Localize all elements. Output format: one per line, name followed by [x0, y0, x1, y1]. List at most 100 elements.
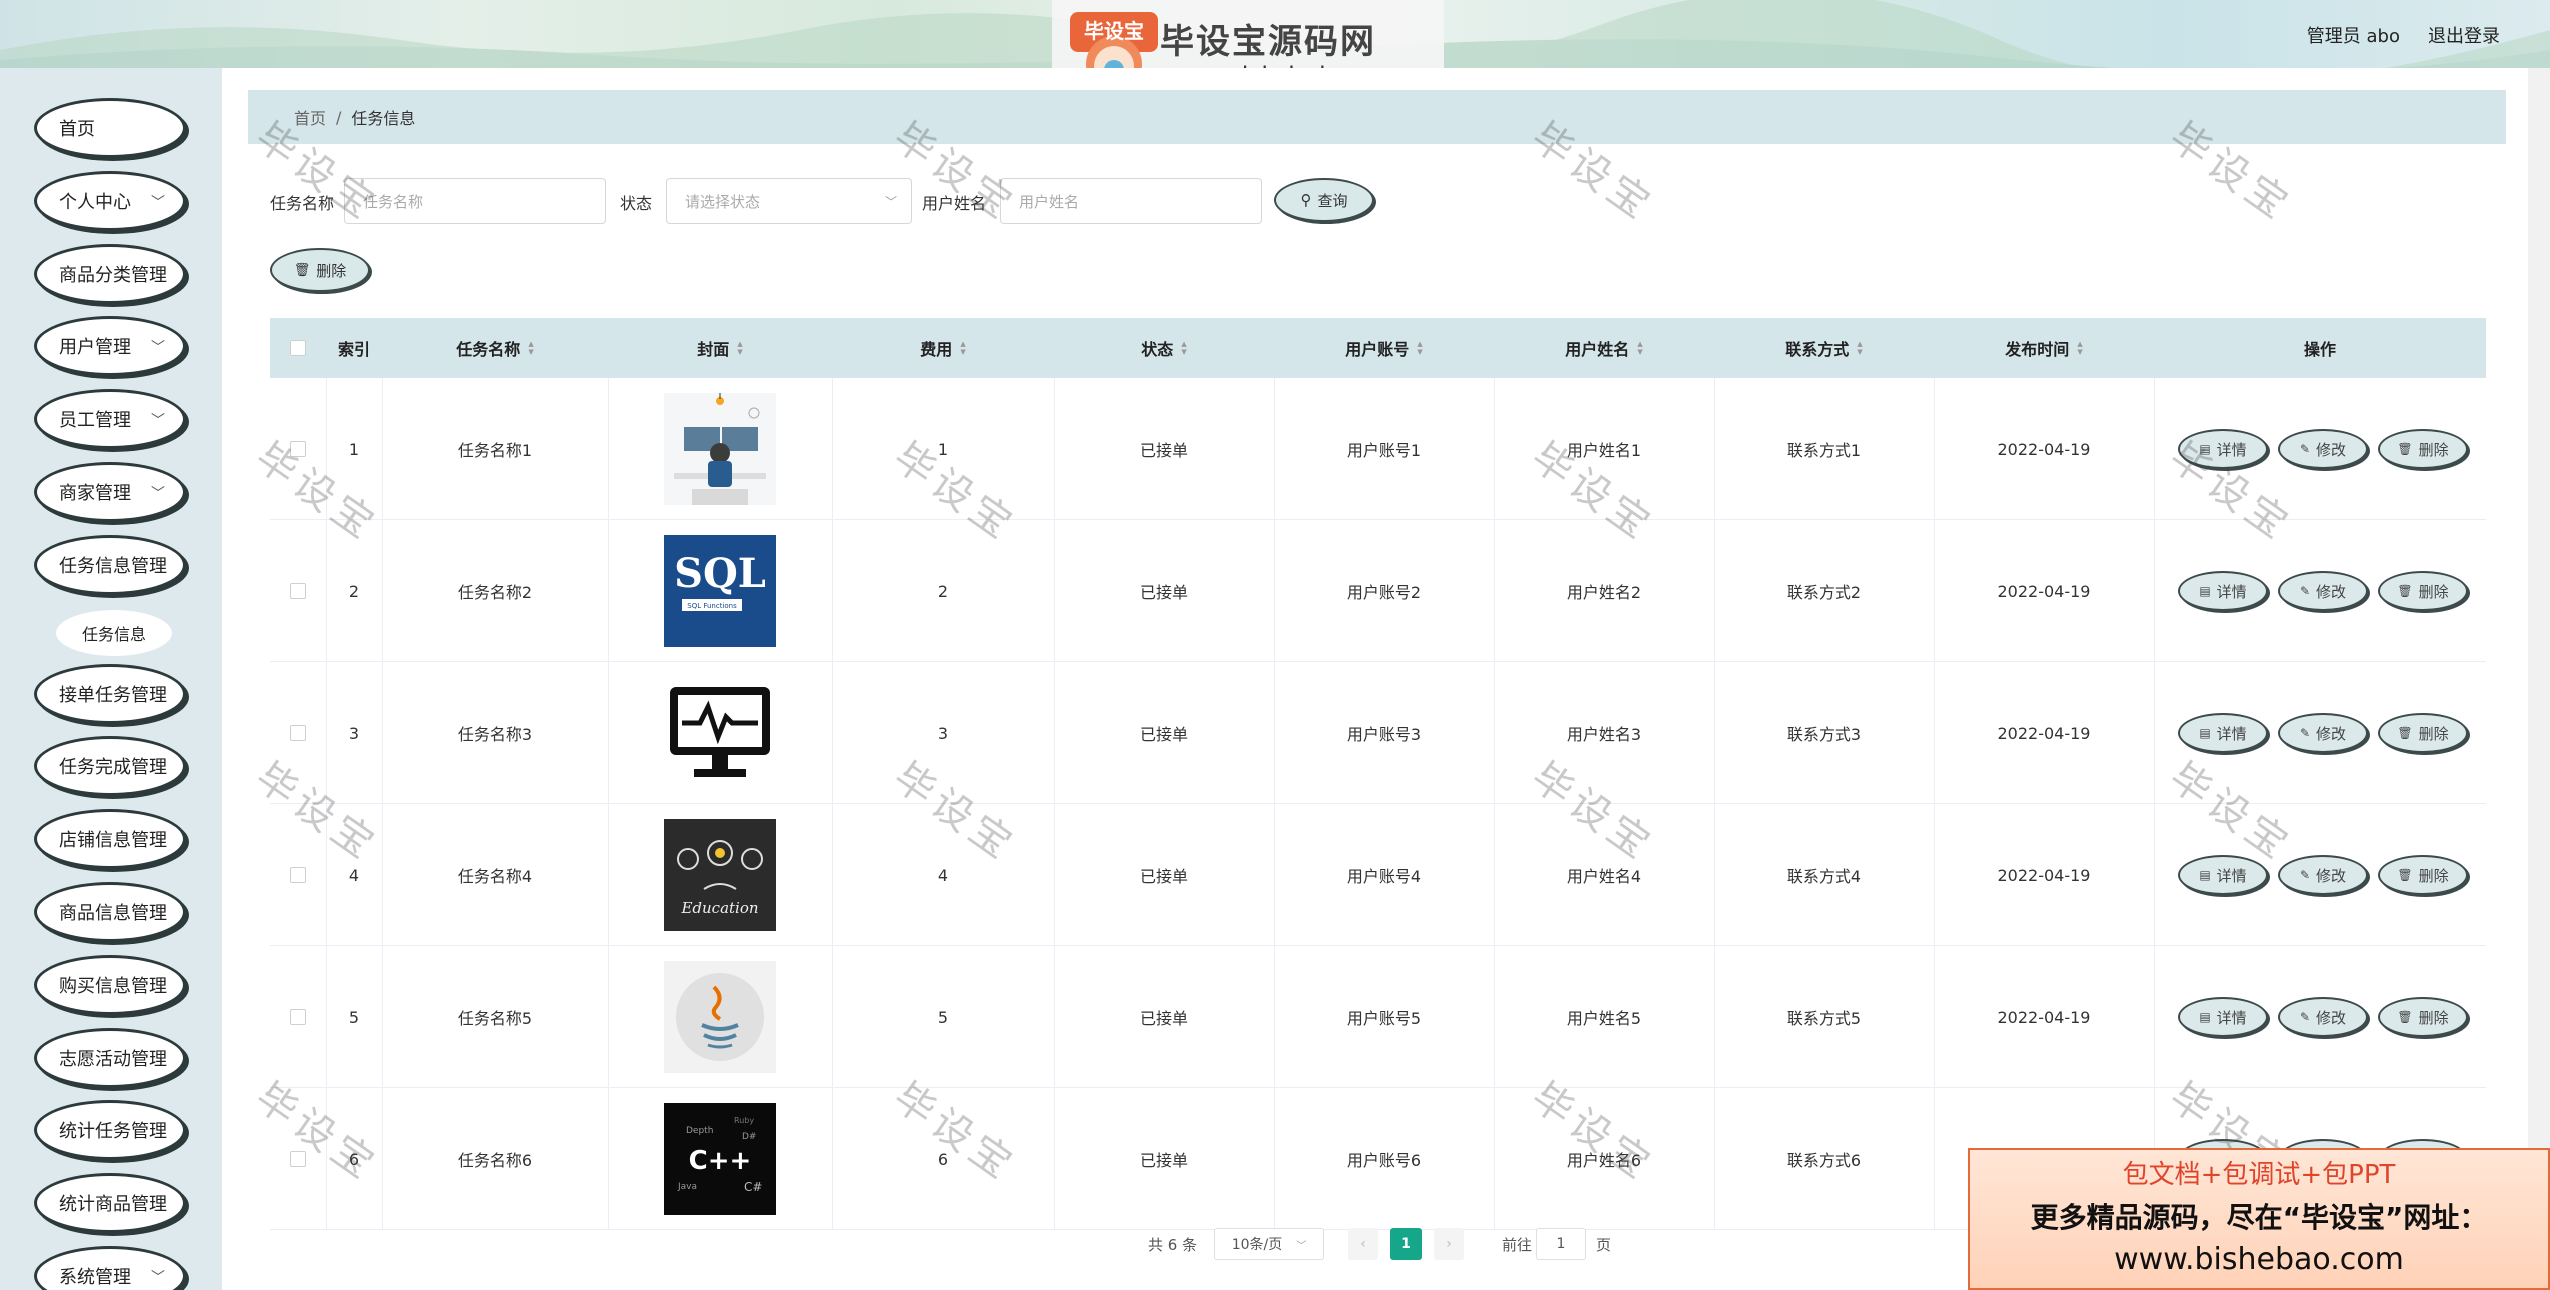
- sidebar-item-0[interactable]: 首页: [34, 98, 186, 158]
- column-header-3[interactable]: 费用 ▲ ▼: [832, 318, 1054, 378]
- sidebar-item-15[interactable]: 统计商品管理: [34, 1173, 186, 1234]
- sidebar-item-13[interactable]: 志愿活动管理: [34, 1027, 186, 1088]
- column-header-4[interactable]: 状态 ▲ ▼: [1054, 318, 1274, 378]
- sort-caret-icon[interactable]: ▲ ▼: [2077, 340, 2082, 356]
- sidebar-item-label: 个人中心: [59, 191, 131, 213]
- delete-button[interactable]: 🗑 删除: [2378, 855, 2468, 895]
- edit-button[interactable]: ✎ 修改: [2278, 997, 2368, 1037]
- cell-index: 4: [348, 865, 360, 885]
- sidebar-item-11[interactable]: 商品信息管理: [34, 882, 186, 942]
- row-checkbox[interactable]: [290, 1009, 306, 1025]
- cell-name: 任务名称6: [457, 1151, 533, 1170]
- detail-button[interactable]: ▤ 详情: [2178, 429, 2268, 469]
- sort-caret-icon[interactable]: ▲ ▼: [1857, 340, 1862, 356]
- column-header-label: 封面: [697, 340, 730, 359]
- delete-button[interactable]: 🗑 删除: [2378, 997, 2468, 1037]
- column-header-label: 操作: [2303, 340, 2336, 359]
- sort-caret-icon[interactable]: ▲ ▼: [960, 340, 965, 356]
- cover-image: SQL SQL Functions: [608, 520, 832, 662]
- sidebar-item-label: 统计任务管理: [59, 1121, 167, 1143]
- sort-caret-icon[interactable]: ▲ ▼: [1417, 340, 1422, 356]
- delete-button[interactable]: 🗑 删除: [2378, 571, 2468, 611]
- row-checkbox[interactable]: [290, 867, 306, 883]
- cell-username: 用户姓名3: [1566, 725, 1642, 744]
- page-size-select[interactable]: 10条/页 ﹀: [1214, 1228, 1324, 1260]
- breadcrumb-home[interactable]: 首页: [294, 105, 326, 129]
- edit-button-label: 修改: [2316, 440, 2347, 459]
- edit-button[interactable]: ✎ 修改: [2278, 855, 2368, 895]
- column-header-2[interactable]: 封面 ▲ ▼: [608, 318, 832, 378]
- row-checkbox[interactable]: [290, 441, 306, 457]
- detail-button[interactable]: ▤ 详情: [2178, 571, 2268, 611]
- user-name-input[interactable]: 用户姓名: [1000, 178, 1262, 224]
- row-checkbox[interactable]: [290, 1151, 306, 1167]
- select-all-checkbox[interactable]: [290, 340, 306, 356]
- column-header-7[interactable]: 联系方式 ▲ ▼: [1714, 318, 1934, 378]
- goto-page-input[interactable]: 1: [1536, 1228, 1586, 1260]
- cell-status: 已接单: [1139, 1009, 1188, 1028]
- cover-programmer-image: [664, 393, 776, 505]
- sort-caret-icon[interactable]: ▲ ▼: [528, 340, 533, 356]
- page-number-current[interactable]: 1: [1390, 1228, 1422, 1260]
- column-header-8[interactable]: 发布时间 ▲ ▼: [1934, 318, 2154, 378]
- batch-delete-button[interactable]: 🗑 删除: [270, 248, 370, 292]
- breadcrumb-separator: /: [336, 107, 342, 127]
- cell-contact: 联系方式5: [1786, 1009, 1862, 1028]
- sidebar-item-2[interactable]: 商品分类管理: [34, 243, 186, 304]
- row-checkbox[interactable]: [290, 583, 306, 599]
- pencil-icon: ✎: [2299, 584, 2311, 598]
- cell-account: 用户账号6: [1346, 1151, 1422, 1170]
- sidebar-item-10[interactable]: 店铺信息管理: [34, 809, 186, 870]
- sidebar-item-16[interactable]: 系统管理 ﹀: [34, 1246, 186, 1290]
- next-page-button[interactable]: ›: [1434, 1228, 1464, 1260]
- sidebar-item-1[interactable]: 个人中心 ﹀: [34, 170, 186, 231]
- sidebar-item-8[interactable]: 接单任务管理: [34, 663, 186, 724]
- cell-name: 任务名称2: [457, 583, 533, 602]
- vertical-scrollbar[interactable]: [2528, 68, 2550, 1290]
- sidebar-item-4[interactable]: 员工管理 ﹀: [34, 389, 186, 450]
- task-name-input[interactable]: 任务名称: [344, 178, 606, 224]
- delete-button[interactable]: 🗑 删除: [2378, 429, 2468, 469]
- cell-name: 任务名称5: [457, 1009, 533, 1028]
- edit-button-label: 修改: [2316, 1008, 2347, 1027]
- detail-button[interactable]: ▤ 详情: [2178, 855, 2268, 895]
- pencil-icon: ✎: [2299, 726, 2311, 740]
- sidebar-item-14[interactable]: 统计任务管理: [34, 1100, 186, 1161]
- sidebar-item-3[interactable]: 用户管理 ﹀: [34, 316, 186, 377]
- chevron-down-icon: ﹀: [151, 413, 165, 430]
- column-header-label: 索引: [337, 340, 370, 359]
- sort-caret-icon[interactable]: ▲ ▼: [737, 340, 742, 356]
- column-header-5[interactable]: 用户账号 ▲ ▼: [1274, 318, 1494, 378]
- search-button[interactable]: ⚲ 查询: [1274, 178, 1374, 222]
- cell-fee: 4: [937, 865, 949, 885]
- detail-button[interactable]: ▤ 详情: [2178, 713, 2268, 753]
- sort-caret-icon[interactable]: ▲ ▼: [1181, 340, 1186, 356]
- sidebar-item-9[interactable]: 任务完成管理: [34, 736, 186, 797]
- promo-banner[interactable]: 包文档+包调试+包PPT 更多精品源码，尽在“毕设宝”网址： www.bishe…: [1968, 1148, 2550, 1290]
- sidebar-subitem-7[interactable]: 任务信息: [56, 609, 172, 656]
- detail-button[interactable]: ▤ 详情: [2178, 997, 2268, 1037]
- sidebar-item-6[interactable]: 任务信息管理: [34, 534, 186, 595]
- column-header-1[interactable]: 任务名称 ▲ ▼: [382, 318, 608, 378]
- delete-button[interactable]: 🗑 删除: [2378, 713, 2468, 753]
- edit-button-label: 修改: [2316, 724, 2347, 743]
- pencil-icon: ✎: [2299, 868, 2311, 882]
- row-checkbox-cell: [270, 520, 326, 662]
- logout-button[interactable]: 退出登录: [2428, 22, 2500, 48]
- row-checkbox[interactable]: [290, 725, 306, 741]
- chevron-down-icon: ﹀: [1296, 1240, 1307, 1252]
- edit-button[interactable]: ✎ 修改: [2278, 429, 2368, 469]
- column-header-6[interactable]: 用户姓名 ▲ ▼: [1494, 318, 1714, 378]
- cover-image: [608, 662, 832, 804]
- prev-page-button[interactable]: ‹: [1348, 1228, 1378, 1260]
- delete-button-label: 删除: [2418, 724, 2449, 743]
- sidebar-item-5[interactable]: 商家管理 ﹀: [34, 462, 186, 522]
- sidebar-item-12[interactable]: 购买信息管理: [34, 954, 186, 1015]
- edit-button[interactable]: ✎ 修改: [2278, 571, 2368, 611]
- status-select[interactable]: 请选择状态 ﹀: [666, 178, 912, 224]
- edit-button[interactable]: ✎ 修改: [2278, 713, 2368, 753]
- sort-caret-icon[interactable]: ▲ ▼: [1637, 340, 1642, 356]
- column-header-0: 索引: [326, 318, 382, 378]
- row-actions: ▤ 详情 ✎ 修改 🗑 删除: [2154, 662, 2486, 804]
- column-header-label: 费用: [920, 340, 953, 359]
